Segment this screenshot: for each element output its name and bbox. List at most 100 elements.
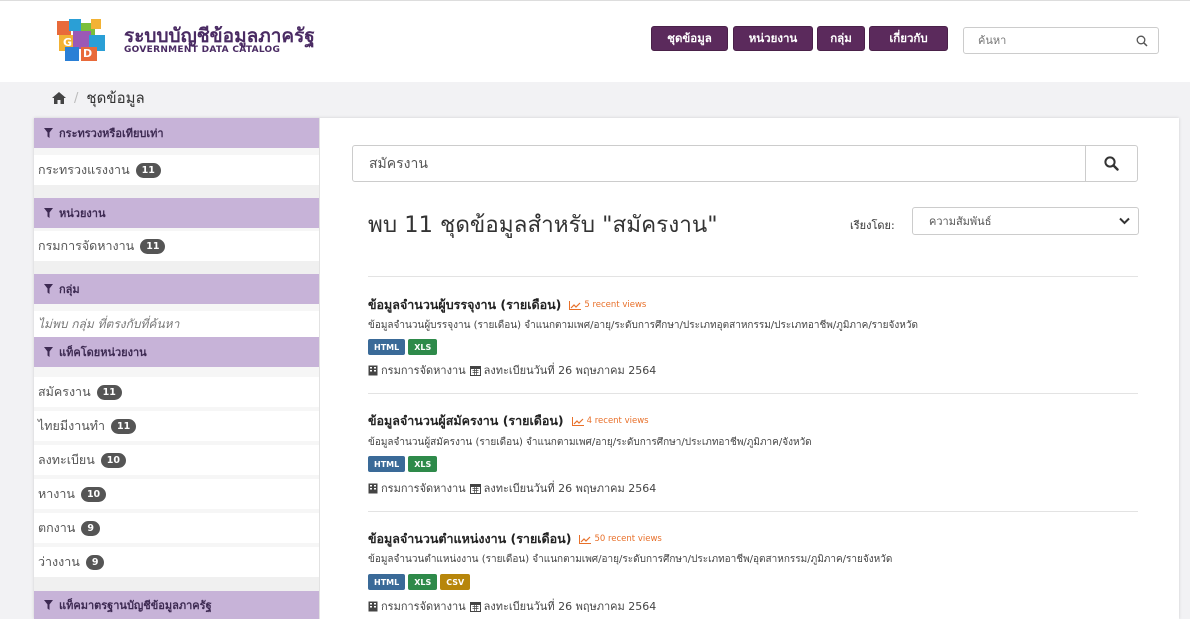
facet-title: แท็คโดยหน่วยงาน <box>59 346 147 359</box>
nav-organizations-button[interactable]: หน่วยงาน <box>733 26 813 51</box>
count-badge: 11 <box>140 238 166 254</box>
sidebar: กระทรวงหรือเทียบเท่า กระทรวงแรงงาน 11 หน… <box>34 118 320 619</box>
dataset-meta: กรมการจัดหางาน ลงทะเบียนวันที่ 26 พฤษภาค… <box>368 597 656 615</box>
dataset-date: ลงทะเบียนวันที่ 26 พฤษภาคม 2564 <box>483 600 657 613</box>
filter-icon <box>44 600 53 610</box>
format-list: HTML XLS <box>368 339 440 355</box>
format-list: HTML XLS <box>368 456 440 472</box>
facet-empty-text: ไม่พบ กลุ่ม ที่ตรงกับที่ค้นหา <box>34 311 319 337</box>
calendar-icon <box>469 365 481 376</box>
filter-icon <box>44 347 53 357</box>
filter-icon <box>44 128 53 138</box>
dataset-item: ข้อมูลจำนวนผู้บรรจุงาน (รายเดือน) 5 rece… <box>368 295 646 315</box>
dataset-search-input[interactable] <box>353 146 1083 181</box>
facet-title: หน่วยงาน <box>59 207 106 220</box>
calendar-icon <box>469 601 481 612</box>
format-badge[interactable]: HTML <box>368 574 406 590</box>
facet-title: แท็คมาตรฐานบัญชีข้อมูลภาครัฐ <box>59 599 212 612</box>
count-badge: 11 <box>96 384 122 400</box>
facet-item-doe[interactable]: กรมการจัดหางาน 11 <box>34 231 319 261</box>
recent-views-text: 5 recent views <box>584 300 647 310</box>
format-badge[interactable]: XLS <box>408 339 438 355</box>
recent-views: 4 recent views <box>571 416 649 426</box>
facet-empty-label: ไม่พบ กลุ่ม ที่ตรงกับที่ค้นหา <box>38 316 180 331</box>
header-search-input[interactable] <box>964 28 1129 53</box>
building-icon <box>368 601 378 611</box>
search-icon <box>1104 156 1119 171</box>
dataset-org[interactable]: กรมการจัดหางาน <box>381 361 466 379</box>
home-icon[interactable] <box>52 92 66 104</box>
format-badge[interactable]: XLS <box>408 456 438 472</box>
nav-datasets-button[interactable]: ชุดข้อมูล <box>651 26 728 51</box>
dataset-date: ลงทะเบียนวันที่ 26 พฤษภาคม 2564 <box>483 364 657 377</box>
facet-organization-header: หน่วยงาน <box>34 198 319 228</box>
filter-icon <box>44 208 53 218</box>
svg-text:D: D <box>83 47 92 60</box>
facet-item-tag[interactable]: ไทยมีงานทำ 11 <box>34 411 319 441</box>
svg-text:G: G <box>63 36 72 49</box>
divider <box>368 511 1138 512</box>
dataset-title-link[interactable]: ข้อมูลจำนวนผู้บรรจุงาน (รายเดือน) <box>368 295 561 315</box>
facet-org-tags-header: แท็คโดยหน่วยงาน <box>34 337 319 367</box>
sort-label: เรียงโดย: <box>850 219 895 232</box>
breadcrumb: / ชุดข้อมูล <box>52 88 145 108</box>
dataset-title-link[interactable]: ข้อมูลจำนวนตำแหน่งงาน (รายเดือน) <box>368 529 571 549</box>
count-badge: 9 <box>85 554 105 570</box>
format-badge[interactable]: XLS <box>408 574 438 590</box>
breadcrumb-separator: / <box>74 90 79 106</box>
facet-item-tag[interactable]: สมัครงาน 11 <box>34 377 319 407</box>
line-chart-icon <box>579 534 592 544</box>
gdc-logo-icon[interactable]: G D <box>55 19 115 63</box>
facet-item-tag[interactable]: ว่างงาน 9 <box>34 547 319 577</box>
filter-icon <box>44 284 53 294</box>
dataset-org[interactable]: กรมการจัดหางาน <box>381 479 466 497</box>
recent-views: 50 recent views <box>579 534 662 544</box>
line-chart-icon <box>571 416 584 426</box>
facet-group-header: กลุ่ม <box>34 274 319 304</box>
recent-views-text: 50 recent views <box>594 534 662 544</box>
search-button[interactable] <box>1085 146 1137 181</box>
facet-item-label: กรมการจัดหางาน <box>38 238 135 253</box>
search-icon[interactable] <box>1136 35 1148 47</box>
format-badge[interactable]: HTML <box>368 456 406 472</box>
dataset-org[interactable]: กรมการจัดหางาน <box>381 597 466 615</box>
divider <box>368 393 1138 394</box>
facet-item-tag[interactable]: ลงทะเบียน 10 <box>34 445 319 475</box>
brand-subtitle: GOVERNMENT DATA CATALOG <box>124 45 281 55</box>
dataset-search <box>352 145 1138 182</box>
calendar-icon <box>469 483 481 494</box>
format-badge[interactable]: CSV <box>440 574 471 590</box>
divider <box>368 276 1138 277</box>
recent-views: 5 recent views <box>569 300 646 310</box>
dataset-title-link[interactable]: ข้อมูลจำนวนผู้สมัครงาน (รายเดือน) <box>368 411 564 431</box>
count-badge: 10 <box>100 452 127 468</box>
dataset-description: ข้อมูลจำนวนผู้บรรจุงาน (รายเดือน) จำแนกต… <box>368 320 918 331</box>
facet-item-label: ตกงาน <box>38 520 76 535</box>
recent-views-text: 4 recent views <box>586 416 649 426</box>
chevron-down-icon <box>1119 217 1130 225</box>
dataset-meta: กรมการจัดหางาน ลงทะเบียนวันที่ 26 พฤษภาค… <box>368 361 656 379</box>
count-badge: 9 <box>81 520 100 536</box>
facet-item-label: ว่างงาน <box>38 554 80 569</box>
building-icon <box>368 483 378 493</box>
site-header: G D ระบบบัญชีข้อมูลภาครัฐ GOVERNMENT DAT… <box>0 0 1190 82</box>
facet-item-label: หางาน <box>38 486 75 501</box>
dataset-description: ข้อมูลจำนวนผู้สมัครงาน (รายเดือน) จำแนกต… <box>368 437 812 448</box>
breadcrumb-current[interactable]: ชุดข้อมูล <box>86 86 144 110</box>
nav-about-button[interactable]: เกี่ยวกับ <box>869 26 948 51</box>
facet-title: กลุ่ม <box>59 283 80 296</box>
nav-groups-button[interactable]: กลุ่ม <box>817 26 865 51</box>
facet-item-ministry-labor[interactable]: กระทรวงแรงงาน 11 <box>34 155 319 185</box>
line-chart-icon <box>569 300 582 310</box>
facet-title: กระทรวงหรือเทียบเท่า <box>59 127 164 140</box>
sort-value: ความสัมพันธ์ <box>929 215 992 228</box>
facet-item-tag[interactable]: ตกงาน 9 <box>34 513 319 543</box>
results-heading: พบ 11 ชุดข้อมูลสำหรับ "สมัครงาน" <box>368 212 718 238</box>
count-badge: 10 <box>80 486 107 502</box>
facet-item-label: สมัครงาน <box>38 384 91 399</box>
facet-item-tag[interactable]: หางาน 10 <box>34 479 319 509</box>
dataset-item: ข้อมูลจำนวนตำแหน่งงาน (รายเดือน) 50 rece… <box>368 529 662 549</box>
dataset-description: ข้อมูลจำนวนตำแหน่งงาน (รายเดือน) จำแนกตา… <box>368 554 893 565</box>
sort-select[interactable]: ความสัมพันธ์ <box>912 207 1139 235</box>
format-badge[interactable]: HTML <box>368 339 406 355</box>
